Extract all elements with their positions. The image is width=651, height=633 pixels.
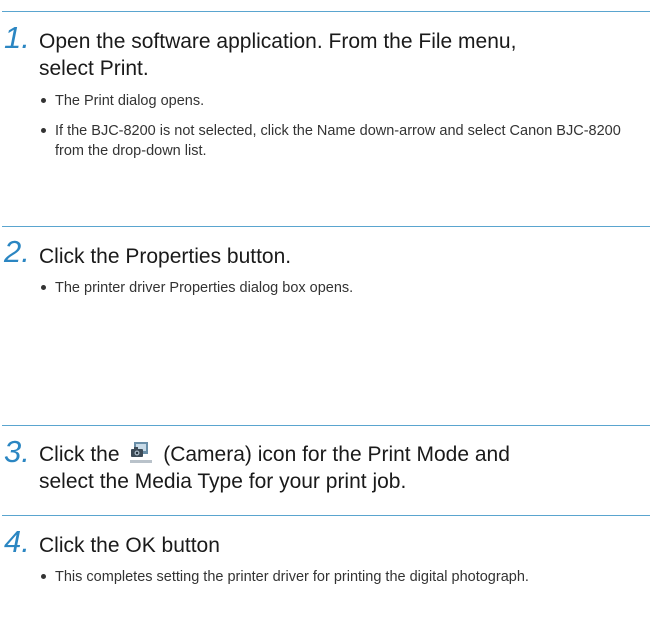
- bullet-icon: [41, 98, 46, 103]
- bullet-text: The printer driver Properties dialog box…: [55, 280, 354, 296]
- bullet-icon: [41, 285, 46, 290]
- divider-rule: [2, 515, 650, 516]
- step-number: 2.: [4, 234, 30, 269]
- step-number: 3.: [4, 434, 30, 469]
- divider-rule: [2, 11, 650, 12]
- step-title: Open the software application. From the …: [39, 28, 516, 82]
- bullet-text: The Print dialog opens.: [55, 93, 205, 109]
- step-title-text: (Camera) icon for the Print Mode and: [163, 443, 510, 466]
- step-title: Click the Properties button.: [39, 243, 291, 270]
- divider-rule: [2, 226, 650, 227]
- step-title-line: select Print.: [39, 57, 149, 80]
- bullet-list: The printer driver Properties dialog box…: [40, 278, 640, 308]
- step-title-line: select the Media Type for your print job…: [39, 470, 407, 493]
- step-number: 4.: [4, 524, 30, 559]
- bullet-list: The Print dialog opens. If the BJC-8200 …: [40, 91, 640, 171]
- bullet-text: This completes setting the printer drive…: [55, 569, 529, 585]
- step-number: 1.: [4, 20, 30, 55]
- step-title-text: Click the: [39, 443, 120, 466]
- bullet-icon: [41, 128, 46, 133]
- list-item: The printer driver Properties dialog box…: [40, 278, 640, 298]
- step-title-line: Click the Properties button.: [39, 245, 292, 268]
- bullet-text: If the BJC-8200 is not selected, click t…: [55, 123, 621, 159]
- bullet-icon: [41, 574, 46, 579]
- list-item: If the BJC-8200 is not selected, click t…: [40, 121, 640, 161]
- divider-rule: [2, 425, 650, 426]
- list-item: This completes setting the printer drive…: [40, 567, 610, 587]
- step-title-line: Open the software application. From the …: [39, 30, 517, 53]
- camera-icon: [128, 441, 154, 465]
- list-item: The Print dialog opens.: [40, 91, 640, 111]
- step-title-line: Click the OK button: [39, 534, 220, 557]
- step-title: Click the OK button: [39, 532, 220, 559]
- step-title: Click the (Camera) icon for the Print Mo…: [39, 441, 510, 495]
- bullet-list: This completes setting the printer drive…: [40, 567, 610, 597]
